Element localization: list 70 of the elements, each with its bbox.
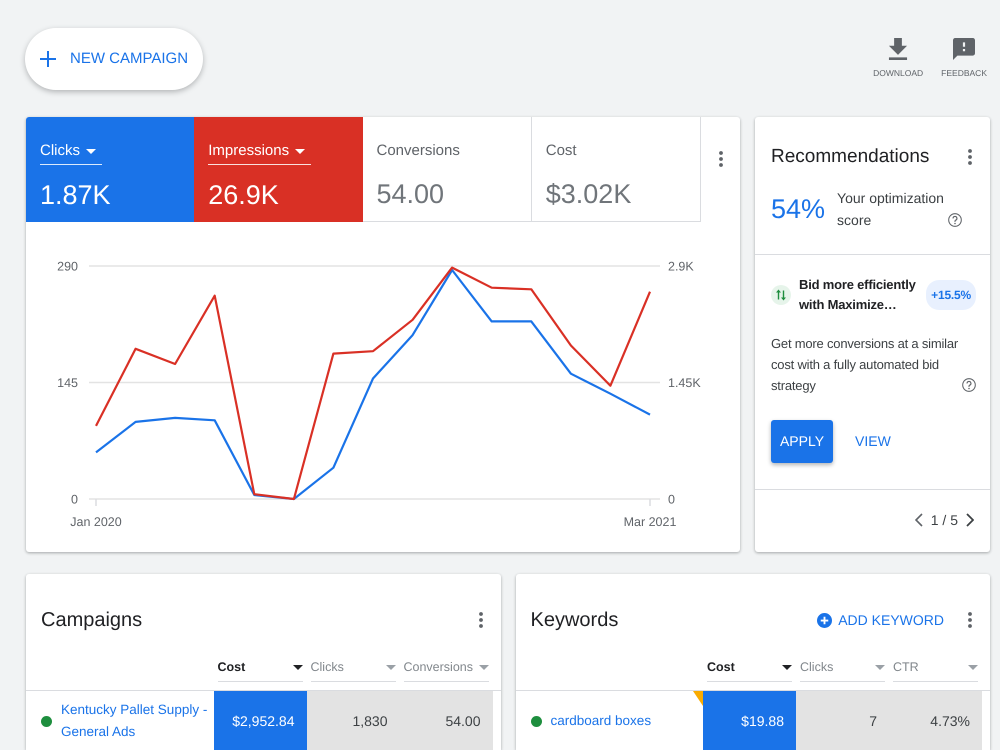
metric-dropdown[interactable]: Impressions — [208, 141, 312, 165]
column-header[interactable]: Clicks — [310, 654, 396, 682]
table-cell: $19.88 — [703, 691, 796, 750]
metric-value: $3.02K — [546, 178, 632, 210]
metric-value: 1.87K — [40, 179, 111, 211]
column-header[interactable]: Cost — [218, 654, 302, 682]
metric-tile[interactable]: Cost $3.02K — [532, 117, 701, 222]
more-options-icon[interactable] — [478, 612, 482, 628]
table-cell: 7 — [796, 691, 889, 750]
column-header[interactable]: Conversions — [404, 654, 488, 682]
table-cell: 54.00 — [400, 691, 492, 750]
feedback-icon — [953, 38, 976, 60]
feedback-button[interactable]: FEEDBACK — [941, 38, 987, 78]
card-title: Campaigns — [41, 608, 142, 633]
caret-icon — [875, 665, 885, 670]
metric-tile[interactable]: Impressions 26.9K — [194, 117, 362, 222]
metric-tile[interactable]: Conversions 54.00 — [362, 117, 532, 222]
card-title: Keywords — [530, 608, 618, 633]
pager-text: 1 / 5 — [930, 511, 958, 530]
apply-button[interactable]: APPLY — [771, 420, 833, 463]
campaign-link[interactable]: Kentucky Pallet Supply - General Ads — [61, 699, 214, 743]
caret-icon — [86, 148, 96, 154]
caret-icon — [386, 665, 396, 670]
download-icon — [888, 38, 908, 60]
new-campaign-button[interactable]: NEW CAMPAIGN — [25, 28, 203, 90]
score-label: Your optimization score — [837, 189, 945, 230]
more-options-icon[interactable] — [968, 612, 972, 628]
metric-tile[interactable]: Clicks 1.87K — [26, 117, 194, 222]
table-cell: 4.73% — [889, 691, 982, 750]
caret-icon — [295, 148, 306, 154]
caret-icon — [782, 665, 792, 670]
column-header[interactable]: Cost — [707, 654, 792, 682]
axis-label: Jan 2020 — [70, 515, 122, 529]
plus-icon — [40, 51, 56, 67]
recommendation-title: Bid more efficiently with Maximize… — [799, 276, 917, 314]
help-icon[interactable] — [948, 213, 962, 227]
caret-icon — [292, 665, 302, 670]
axis-label: 1.45K — [668, 376, 701, 390]
chevron-left-icon[interactable] — [914, 513, 923, 527]
view-button[interactable]: VIEW — [855, 431, 891, 452]
swap-arrows-icon — [771, 285, 791, 305]
uplift-badge: +15.5% — [926, 280, 976, 310]
keyword-link[interactable]: cardboard boxes — [550, 710, 652, 732]
caret-icon — [968, 665, 978, 670]
metric-label: Conversions — [376, 141, 460, 161]
card-title: Recommendations — [771, 145, 930, 169]
caret-icon — [478, 665, 488, 670]
column-header[interactable]: CTR — [893, 654, 978, 682]
axis-label: Mar 2021 — [624, 515, 676, 529]
metric-label: Cost — [546, 141, 577, 161]
axis-label: 145 — [57, 376, 78, 390]
table-cell: $2,952.84 — [214, 691, 306, 750]
axis-label: 2.9K — [668, 260, 694, 274]
more-options-icon[interactable] — [968, 149, 972, 165]
more-options-icon[interactable] — [718, 151, 722, 167]
axis-label: 0 — [71, 492, 78, 506]
axis-label: 290 — [57, 260, 78, 274]
table-cell: 1,830 — [306, 691, 400, 750]
plus-circle-icon — [817, 612, 832, 628]
axis-label: 0 — [668, 492, 675, 506]
chevron-right-icon[interactable] — [966, 513, 974, 527]
add-keyword-button[interactable]: ADD KEYWORD — [817, 610, 944, 630]
column-header[interactable]: Clicks — [800, 654, 885, 682]
download-button[interactable]: DOWNLOAD — [873, 38, 924, 78]
help-icon[interactable] — [962, 378, 976, 392]
recommendation-description: Get more conversions at a similar cost with a fully automated bid strategy — [771, 335, 959, 395]
optimization-score: 54% — [771, 193, 826, 225]
metric-value: 54.00 — [376, 178, 444, 210]
metric-value: 26.9K — [208, 179, 279, 211]
metric-dropdown[interactable]: Clicks — [40, 141, 102, 165]
